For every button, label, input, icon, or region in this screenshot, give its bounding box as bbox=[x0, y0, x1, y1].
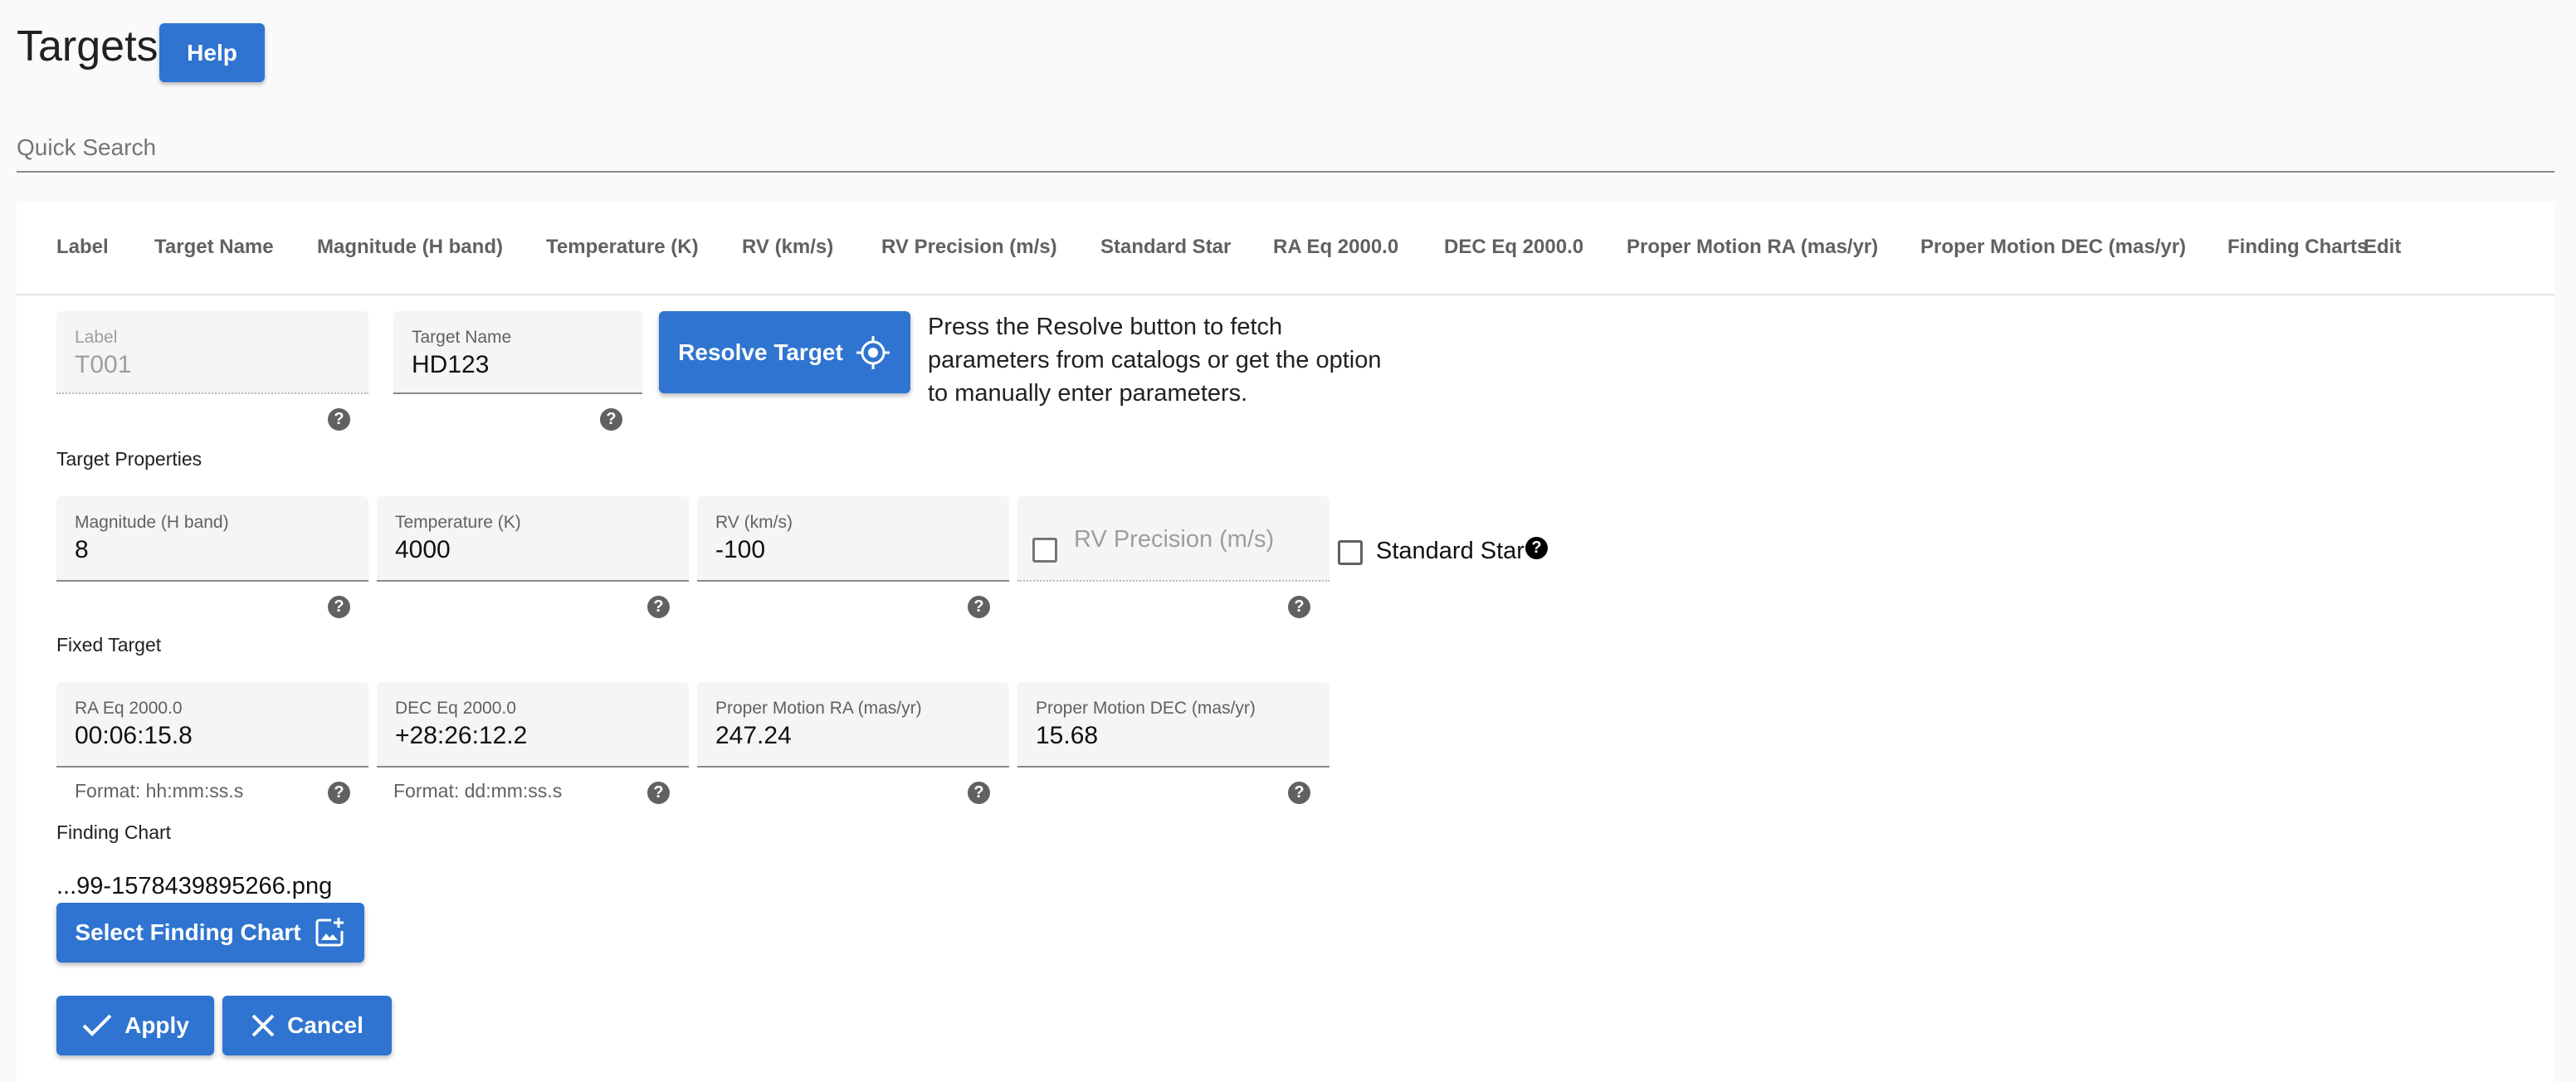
column-header-pm-dec[interactable]: Proper Motion DEC (mas/yr) bbox=[1920, 236, 2186, 259]
rv-precision-label: RV Precision (m/s) bbox=[1074, 526, 1275, 553]
label-help-icon[interactable]: ? bbox=[328, 408, 350, 431]
standard-star-checkbox[interactable] bbox=[1338, 540, 1363, 565]
column-header-target-name[interactable]: Target Name bbox=[154, 236, 274, 259]
resolve-target-button[interactable]: Resolve Target bbox=[659, 311, 910, 393]
cancel-button[interactable]: Cancel bbox=[222, 996, 392, 1055]
label-field: Label T001 bbox=[56, 311, 368, 394]
pm-ra-help-icon[interactable]: ? bbox=[968, 782, 990, 804]
column-header-temperature[interactable]: Temperature (K) bbox=[546, 236, 699, 259]
rv-help-icon[interactable]: ? bbox=[968, 596, 990, 618]
fixed-target-heading: Fixed Target bbox=[56, 634, 162, 656]
cancel-label: Cancel bbox=[287, 1012, 363, 1038]
pm-dec-field[interactable]: Proper Motion DEC (mas/yr) 15.68 bbox=[1017, 682, 1329, 768]
ra-field-label: RA Eq 2000.0 bbox=[75, 699, 183, 718]
magnitude-field-value[interactable]: 8 bbox=[75, 536, 89, 564]
resolve-target-label: Resolve Target bbox=[678, 339, 843, 365]
temperature-help-icon[interactable]: ? bbox=[647, 596, 670, 618]
dec-field-label: DEC Eq 2000.0 bbox=[395, 699, 516, 718]
select-finding-chart-button[interactable]: Select Finding Chart bbox=[56, 903, 364, 963]
apply-button[interactable]: Apply bbox=[56, 996, 214, 1055]
finding-chart-filename: ...99-1578439895266.png bbox=[56, 873, 333, 899]
target-name-field-label: Target Name bbox=[412, 328, 512, 347]
dec-format-hint: Format: dd:mm:ss.s bbox=[393, 780, 563, 802]
target-name-field[interactable]: Target Name HD123 bbox=[393, 311, 642, 394]
pm-dec-field-label: Proper Motion DEC (mas/yr) bbox=[1036, 699, 1256, 718]
close-icon bbox=[251, 1014, 275, 1037]
magnitude-field[interactable]: Magnitude (H band) 8 bbox=[56, 496, 368, 582]
standard-star-help-icon[interactable]: ? bbox=[1525, 537, 1548, 559]
select-finding-chart-label: Select Finding Chart bbox=[75, 919, 301, 945]
column-header-edit[interactable]: Edit bbox=[2364, 236, 2401, 259]
rv-precision-checkbox[interactable] bbox=[1032, 538, 1057, 563]
dec-field[interactable]: DEC Eq 2000.0 +28:26:12.2 bbox=[377, 682, 689, 768]
pm-dec-help-icon[interactable]: ? bbox=[1288, 782, 1310, 804]
temperature-field-value[interactable]: 4000 bbox=[395, 536, 451, 564]
column-header-finding-charts[interactable]: Finding Charts bbox=[2227, 236, 2368, 259]
ra-help-icon[interactable]: ? bbox=[328, 782, 350, 804]
check-icon bbox=[82, 1014, 112, 1036]
ra-format-hint: Format: hh:mm:ss.s bbox=[75, 780, 244, 802]
dec-field-value[interactable]: +28:26:12.2 bbox=[395, 722, 527, 750]
column-header-standard-star[interactable]: Standard Star bbox=[1100, 236, 1231, 259]
ra-field[interactable]: RA Eq 2000.0 00:06:15.8 bbox=[56, 682, 368, 768]
dec-help-icon[interactable]: ? bbox=[647, 782, 670, 804]
ra-field-value[interactable]: 00:06:15.8 bbox=[75, 722, 193, 750]
target-name-help-icon[interactable]: ? bbox=[600, 408, 622, 431]
rv-field[interactable]: RV (km/s) -100 bbox=[697, 496, 1009, 582]
help-button[interactable]: Help bbox=[159, 23, 265, 82]
pm-ra-field-value[interactable]: 247.24 bbox=[715, 722, 792, 750]
add-photo-icon bbox=[315, 918, 344, 947]
magnitude-help-icon[interactable]: ? bbox=[328, 596, 350, 618]
column-header-ra[interactable]: RA Eq 2000.0 bbox=[1273, 236, 1398, 259]
column-header-rv-precision[interactable]: RV Precision (m/s) bbox=[881, 236, 1057, 259]
pm-ra-field-label: Proper Motion RA (mas/yr) bbox=[715, 699, 922, 718]
apply-label: Apply bbox=[124, 1012, 189, 1038]
magnitude-field-label: Magnitude (H band) bbox=[75, 513, 229, 532]
rv-precision-field: RV Precision (m/s) bbox=[1017, 496, 1329, 582]
rv-precision-help-icon[interactable]: ? bbox=[1288, 596, 1310, 618]
column-header-rv[interactable]: RV (km/s) bbox=[742, 236, 833, 259]
pm-ra-field[interactable]: Proper Motion RA (mas/yr) 247.24 bbox=[697, 682, 1009, 768]
column-header-dec[interactable]: DEC Eq 2000.0 bbox=[1444, 236, 1583, 259]
rv-field-label: RV (km/s) bbox=[715, 513, 793, 532]
target-name-field-value[interactable]: HD123 bbox=[412, 351, 489, 379]
column-header-label[interactable]: Label bbox=[56, 236, 109, 259]
temperature-field-label: Temperature (K) bbox=[395, 513, 521, 532]
resolve-note: Press the Resolve button to fetch parame… bbox=[928, 314, 1382, 407]
label-field-value: T001 bbox=[75, 351, 132, 378]
finding-chart-heading: Finding Chart bbox=[56, 821, 172, 843]
quick-search-input[interactable]: Quick Search bbox=[17, 124, 2554, 173]
rv-field-value[interactable]: -100 bbox=[715, 536, 765, 564]
label-field-label: Label bbox=[75, 328, 118, 347]
temperature-field[interactable]: Temperature (K) 4000 bbox=[377, 496, 689, 582]
standard-star-label[interactable]: Standard Star bbox=[1376, 538, 1525, 565]
page-title: Targets bbox=[17, 22, 159, 71]
column-header-magnitude[interactable]: Magnitude (H band) bbox=[317, 236, 503, 259]
pm-dec-field-value[interactable]: 15.68 bbox=[1036, 722, 1098, 750]
crosshair-icon bbox=[856, 335, 890, 369]
target-properties-heading: Target Properties bbox=[56, 448, 202, 470]
column-header-pm-ra[interactable]: Proper Motion RA (mas/yr) bbox=[1627, 236, 1878, 259]
